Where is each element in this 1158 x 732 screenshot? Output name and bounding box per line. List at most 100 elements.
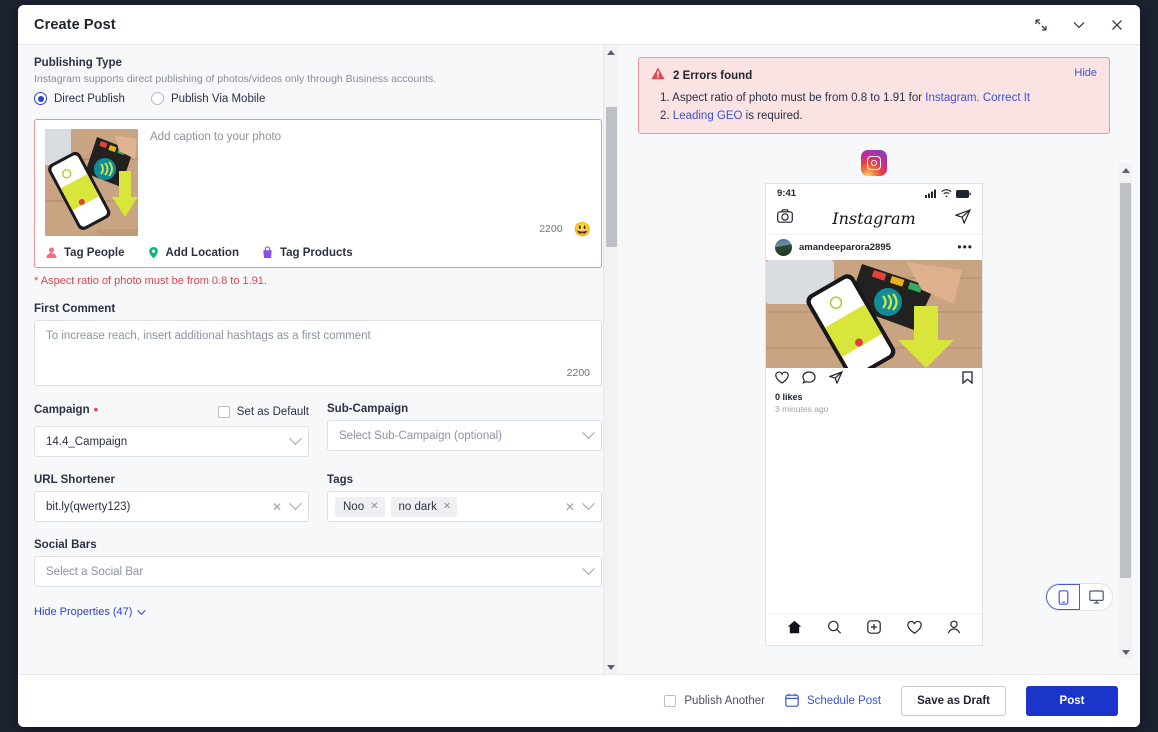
collapse-icon[interactable] <box>1032 16 1050 34</box>
chevron-down-icon[interactable] <box>1070 16 1088 34</box>
more-options-icon[interactable]: ••• <box>957 241 973 253</box>
caption-area: Add caption to your photo 2200 😃 <box>150 129 591 236</box>
sub-campaign-col: Sub-Campaign Select Sub-Campaign (option… <box>327 403 602 457</box>
avatar[interactable] <box>775 239 792 256</box>
shopping-bag-icon <box>261 246 274 259</box>
errors-header: 2 Errors found <box>651 67 1097 85</box>
scroll-up-arrow-icon[interactable] <box>604 45 618 59</box>
desktop-view-icon[interactable] <box>1080 584 1112 610</box>
radio-label-mobile: Publish Via Mobile <box>170 92 266 105</box>
scroll-down-arrow-icon[interactable] <box>1119 645 1132 659</box>
chevron-down-icon[interactable] <box>289 497 302 511</box>
chevron-down-icon[interactable] <box>582 426 595 440</box>
errors-title: 2 Errors found <box>673 70 753 82</box>
sub-campaign-select-controls <box>582 426 595 440</box>
share-icon[interactable] <box>828 370 844 389</box>
social-bars-label: Social Bars <box>34 539 602 551</box>
add-post-icon[interactable] <box>867 620 882 639</box>
sub-campaign-label: Sub-Campaign <box>327 403 602 415</box>
mobile-view-icon[interactable] <box>1046 584 1080 610</box>
chevron-down-icon[interactable] <box>582 562 595 576</box>
tag-chip[interactable]: Noo ✕ <box>335 496 385 517</box>
instagram-preview-phone: 9:41 Instagram amandeeparora2895 ••• 0 l… <box>765 183 983 646</box>
tags-col: Tags Noo ✕ no dark ✕ ✕ <box>327 474 602 522</box>
clear-icon[interactable]: ✕ <box>272 501 282 513</box>
media-thumbnail[interactable] <box>45 129 138 236</box>
tags-input[interactable]: Noo ✕ no dark ✕ ✕ <box>327 491 602 522</box>
add-location-button[interactable]: Add Location <box>147 246 239 259</box>
close-icon[interactable] <box>1108 16 1126 34</box>
radio-direct-publish[interactable]: Direct Publish <box>34 92 125 105</box>
tag-chip[interactable]: no dark ✕ <box>390 496 458 517</box>
chevron-down-icon[interactable] <box>289 432 302 446</box>
campaign-label-row: Campaign • Set as Default <box>34 403 309 421</box>
tags-controls: ✕ <box>565 497 595 513</box>
scroll-up-arrow-icon[interactable] <box>1119 163 1132 177</box>
publish-another-checkbox[interactable]: Publish Another <box>664 695 765 707</box>
search-icon[interactable] <box>827 620 842 639</box>
remove-tag-icon[interactable]: ✕ <box>370 501 378 512</box>
share-icon[interactable] <box>954 208 972 229</box>
heart-icon[interactable] <box>907 620 922 639</box>
calendar-icon <box>785 693 799 710</box>
modal-header: Create Post <box>18 5 1140 45</box>
scrollbar-thumb[interactable] <box>606 107 617 247</box>
required-marker: • <box>93 402 99 417</box>
location-pin-icon <box>147 246 160 259</box>
save-as-draft-button[interactable]: Save as Draft <box>901 686 1006 716</box>
url-shortener-select[interactable]: bit.ly(qwerty123) ✕ <box>34 491 309 522</box>
social-bars-select[interactable]: Select a Social Bar <box>34 556 602 587</box>
modal-footer: Publish Another Schedule Post Save as Dr… <box>18 674 1140 727</box>
instagram-wordmark: Instagram <box>832 209 916 228</box>
social-bars-placeholder: Select a Social Bar <box>46 565 144 578</box>
warning-icon <box>651 67 665 85</box>
scroll-down-arrow-icon[interactable] <box>604 660 618 674</box>
error-link[interactable]: Instagram. Correct It <box>925 92 1030 104</box>
scrollbar-thumb[interactable] <box>1120 183 1131 578</box>
error-number: 2. <box>660 110 670 122</box>
campaign-value: 14.4_Campaign <box>46 435 128 448</box>
tag-products-label: Tag Products <box>279 246 353 259</box>
campaign-select-controls <box>289 432 302 446</box>
clear-icon[interactable]: ✕ <box>565 501 575 513</box>
tag-products-button[interactable]: Tag Products <box>261 246 353 259</box>
first-comment-input[interactable]: To increase reach, insert additional has… <box>34 320 602 386</box>
profile-icon[interactable] <box>947 620 961 639</box>
post-button[interactable]: Post <box>1026 686 1118 716</box>
preview-post-image <box>766 260 982 368</box>
caption-input[interactable]: Add caption to your photo <box>150 129 591 143</box>
campaign-select[interactable]: 14.4_Campaign <box>34 426 309 457</box>
url-shortener-value: bit.ly(qwerty123) <box>46 500 131 513</box>
radio-publish-via-mobile[interactable]: Publish Via Mobile <box>150 92 266 105</box>
url-shortener-label: URL Shortener <box>34 474 309 486</box>
emoji-picker-icon[interactable]: 😃 <box>574 222 591 236</box>
create-post-modal: Create Post Publishing Type Instagram su… <box>18 5 1140 727</box>
error-link[interactable]: Leading GEO <box>673 110 743 122</box>
media-caption-box: Add caption to your photo 2200 😃 Tag Peo… <box>34 119 602 268</box>
error-suffix: is required. <box>742 110 803 122</box>
likes-count: 0 likes <box>775 392 803 402</box>
set-as-default-checkbox[interactable]: Set as Default <box>217 406 309 418</box>
error-number: 1. <box>660 92 670 104</box>
hide-errors-link[interactable]: Hide <box>1074 67 1097 79</box>
heart-icon[interactable] <box>775 371 789 389</box>
modal-body: Publishing Type Instagram supports direc… <box>18 45 1140 674</box>
status-indicators <box>925 189 971 198</box>
remove-tag-icon[interactable]: ✕ <box>443 501 451 512</box>
camera-icon[interactable] <box>777 209 793 228</box>
preview-username: amandeeparora2895 <box>799 242 891 253</box>
sub-campaign-select[interactable]: Select Sub-Campaign (optional) <box>327 420 602 451</box>
hide-properties-link[interactable]: Hide Properties (47) <box>34 606 602 618</box>
wifi-icon <box>941 189 952 198</box>
tag-people-button[interactable]: Tag People <box>45 246 125 259</box>
comment-icon[interactable] <box>802 371 816 389</box>
preview-pane-scrollbar[interactable] <box>1119 163 1132 659</box>
chevron-down-icon[interactable] <box>582 497 595 511</box>
errors-panel: 2 Errors found Hide 1. Aspect ratio of p… <box>638 57 1110 134</box>
left-pane-scrollbar[interactable] <box>603 45 618 674</box>
home-icon[interactable] <box>787 620 802 639</box>
page-title: Create Post <box>34 16 116 33</box>
bookmark-icon[interactable] <box>962 371 973 389</box>
chevron-down-icon <box>137 606 147 615</box>
schedule-post-button[interactable]: Schedule Post <box>785 693 881 710</box>
